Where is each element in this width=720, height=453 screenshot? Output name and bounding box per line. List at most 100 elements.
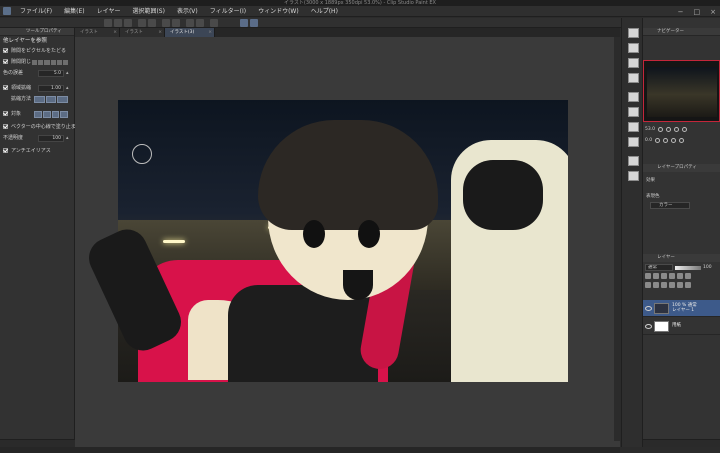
canvas-scrollbar[interactable] [614,37,620,441]
gap-level-slider[interactable] [32,60,69,65]
menu-filter[interactable]: フィルター(I) [204,6,252,17]
merge-icon[interactable] [669,282,675,288]
checkbox[interactable] [3,59,8,64]
new-layer-icon[interactable] [645,282,651,288]
draft-icon[interactable] [669,273,675,279]
menu-help[interactable]: ヘルプ(H) [305,6,344,17]
snap-icon[interactable] [210,19,218,27]
canvas-area[interactable] [75,37,620,447]
clear-icon[interactable] [162,19,170,27]
menu-file[interactable]: ファイル(F) [14,6,58,17]
spinner-icon[interactable]: ▴ [66,85,71,92]
panel-toggle-icon[interactable] [628,171,639,181]
navigator-preview[interactable] [643,60,720,122]
folder-icon[interactable] [661,282,667,288]
minimize-icon[interactable]: − [678,8,684,16]
open-file-icon[interactable] [114,19,122,27]
menu-edit[interactable]: 編集(E) [58,6,90,17]
spinner-icon[interactable]: ▴ [66,135,71,142]
option-label: 隙間閉じ [11,59,32,65]
menu-view[interactable]: 表示(V) [171,6,204,17]
menu-window[interactable]: ウィンドウ(W) [252,6,305,17]
option-target[interactable]: 対象 [0,109,74,120]
layer-panel-header: レイヤー [643,254,720,262]
tab-document-2[interactable]: イラスト × [120,28,165,37]
rotate-left-icon[interactable] [655,138,661,143]
checkbox[interactable] [3,85,8,90]
option-label: アンチエイリアス [11,148,51,154]
ruler-icon[interactable] [685,273,691,279]
new-vector-icon[interactable] [653,282,659,288]
layer-name: 用紙 [672,323,681,329]
delete-icon[interactable] [685,282,691,288]
checkbox[interactable] [3,124,8,129]
opacity-value[interactable]: 100 [703,265,712,270]
option-antialias[interactable]: アンチエイリアス [0,146,74,157]
scaling-method-buttons[interactable] [34,96,69,103]
checkbox[interactable] [3,48,8,53]
maximize-icon[interactable]: □ [694,8,701,16]
panel-toggle-icon[interactable] [628,43,639,53]
fill-icon[interactable] [172,19,180,27]
panel-toggle-icon[interactable] [628,122,639,132]
tab-document-1[interactable]: イラスト × [75,28,120,37]
close-icon[interactable]: × [158,28,162,37]
rotate-right-icon[interactable] [663,138,669,143]
panel-toggle-icon[interactable] [628,156,639,166]
undo-icon[interactable] [138,19,146,27]
option-label: ベクターの中心線で塗り止まる [11,124,81,130]
actual-size-icon[interactable] [682,127,688,132]
color-margin-field[interactable]: 5.0 [38,70,64,77]
option-label: 隙間をピクセルをたどる [11,48,67,54]
opacity-slider[interactable] [675,265,701,270]
ruler-snap-icon[interactable] [240,19,248,27]
redo-icon[interactable] [148,19,156,27]
visibility-eye-icon[interactable] [645,305,652,311]
fit-icon[interactable] [674,127,680,132]
tab-document-3[interactable]: イラスト(3) × [165,28,215,37]
close-icon[interactable]: × [710,8,716,16]
deselect-icon[interactable] [196,19,204,27]
target-layer-buttons[interactable] [34,111,68,118]
layer-row-paper[interactable]: 用紙 [643,318,720,335]
menu-layer[interactable]: レイヤー [91,6,127,17]
area-scaling-field[interactable]: 1.00 [38,85,64,92]
zoom-value[interactable]: 53.0 [645,127,655,132]
panel-toggle-icon[interactable] [628,107,639,117]
angle-value[interactable]: 0.0 [645,138,652,143]
layer-row-1[interactable]: 100 % 通常 レイヤー 1 [643,300,720,317]
mask-icon[interactable] [677,273,683,279]
option-area-scaling[interactable]: 領域拡縮 1.00 ▴ [0,83,74,94]
option-close-gap[interactable]: 隙間閉じ [0,57,74,68]
clip-icon[interactable] [653,273,659,279]
mask-add-icon[interactable] [677,282,683,288]
reset-rotation-icon[interactable] [671,138,677,143]
transform-icon[interactable] [186,19,194,27]
save-icon[interactable] [124,19,132,27]
panel-toggle-icon[interactable] [628,73,639,83]
option-vector-center[interactable]: ベクターの中心線で塗り止まる [0,122,81,133]
blend-mode-select[interactable]: 通常 [645,264,673,271]
zoom-out-icon[interactable] [658,127,664,132]
checkbox[interactable] [3,148,8,153]
canvas-artwork[interactable] [118,100,568,382]
reference-icon[interactable] [661,273,667,279]
lock-icon[interactable] [645,273,651,279]
new-file-icon[interactable] [104,19,112,27]
option-follow-gap[interactable]: 隙間をピクセルをたどる [0,46,74,57]
menu-selection[interactable]: 選択範囲(S) [126,6,171,17]
visibility-eye-icon[interactable] [645,323,652,329]
expression-color-select[interactable]: カラー [650,202,690,209]
flip-icon[interactable] [679,138,685,143]
panel-toggle-icon[interactable] [628,92,639,102]
close-icon[interactable]: × [113,28,117,37]
special-ruler-snap-icon[interactable] [250,19,258,27]
panel-toggle-icon[interactable] [628,28,639,38]
checkbox[interactable] [3,111,8,116]
spinner-icon[interactable]: ▴ [66,70,71,77]
close-icon[interactable]: × [208,28,212,37]
opacity-field[interactable]: 100 [38,135,64,142]
panel-toggle-icon[interactable] [628,137,639,147]
panel-toggle-icon[interactable] [628,58,639,68]
zoom-in-icon[interactable] [666,127,672,132]
